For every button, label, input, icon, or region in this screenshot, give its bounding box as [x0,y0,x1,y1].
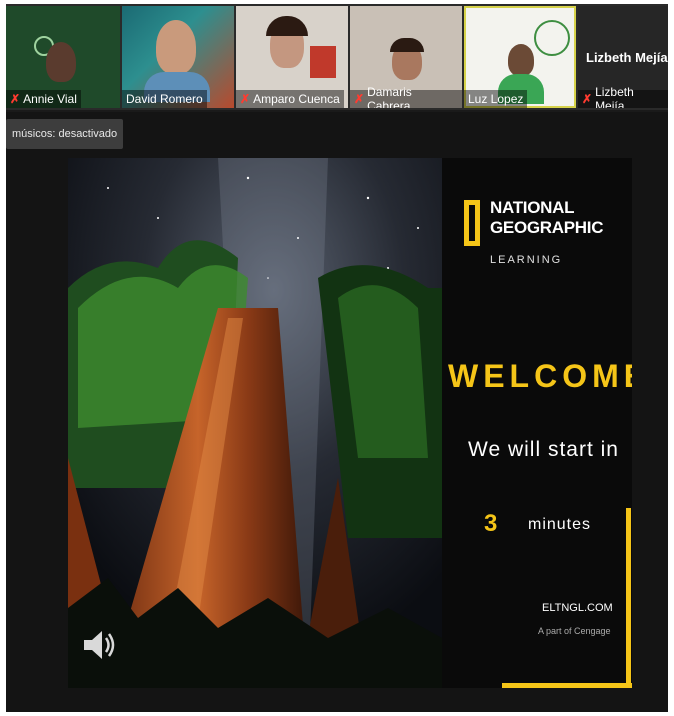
participant-avatar [156,20,196,74]
mic-off-icon: ✗ [10,92,21,106]
participant-tile-annie-vial[interactable]: ✗ Annie Vial [6,6,120,108]
participant-avatar [46,42,76,82]
mic-off-icon: ✗ [240,92,251,106]
yellow-accent-horizontal [502,683,632,688]
participant-tile-amparo-cuenca[interactable]: ✗ Amparo Cuenca [236,6,348,108]
cengage-tagline: A part of Cengage [538,626,611,636]
mic-off-icon: ✗ [354,92,365,106]
participant-name-bar: ✗ Amparo Cuenca [236,90,344,108]
participant-name-bar: ✗ Lizbeth Mejía [578,85,668,108]
logo-line-2: GEOGRAPHIC [490,218,604,237]
participant-name-bar: Luz Lopez [464,90,528,108]
participant-name-bar: David Romero [122,90,207,108]
participant-hair [266,16,308,36]
countdown-number: 3 [484,510,498,537]
participant-hair [390,38,424,52]
participant-avatar [508,44,534,76]
logo-subtitle: LEARNING [490,254,563,266]
speaker-icon[interactable] [80,626,118,664]
background-chair [310,46,336,78]
meeting-window: ✗ Annie Vial David Romero ✗ Amparo Cuenc… [6,4,668,712]
presentation-slide: NATIONAL GEOGRAPHIC LEARNING WELCOME! We… [68,158,632,688]
status-banner: músicos: desactivado [6,119,124,149]
participant-name: Damaris Cabrera [367,85,412,108]
mic-off-icon: ✗ [582,92,593,106]
participant-name: David Romero [126,92,203,106]
ng-yellow-frame-icon [464,200,480,246]
participant-name: Luz Lopez [468,92,524,106]
participant-video-strip: ✗ Annie Vial David Romero ✗ Amparo Cuenc… [6,4,668,110]
redwood-night-photo [68,158,442,688]
logo-title: NATIONAL GEOGRAPHIC [490,198,603,238]
start-message: We will start in [468,438,619,461]
participant-name: Lizbeth Mejía [595,85,634,108]
participant-tile-luz-lopez[interactable]: Luz Lopez [464,6,576,108]
emblem-icon [534,20,570,56]
countdown-unit: minutes [528,516,592,533]
yellow-accent-vertical [626,508,631,688]
welcome-heading: WELCOME! [448,358,632,394]
banner-text: músicos: desactivado [12,128,118,140]
participant-tile-lizbeth-mejia[interactable]: Lizbeth Mejía ✗ Lizbeth Mejía [578,6,668,108]
participant-name-bar: ✗ Damaris Cabrera [350,85,462,108]
participant-name: Amparo Cuenca [253,92,340,106]
participant-name-bar: ✗ Annie Vial [6,90,81,108]
participant-tile-damaris-cabrera[interactable]: ✗ Damaris Cabrera [350,6,462,108]
screen-share-area: NATIONAL GEOGRAPHIC LEARNING WELCOME! We… [6,112,668,712]
logo-line-1: NATIONAL [490,198,575,217]
participant-tile-david-romero[interactable]: David Romero [122,6,234,108]
slide-text-panel: NATIONAL GEOGRAPHIC LEARNING WELCOME! We… [442,158,632,688]
participant-display-name: Lizbeth Mejía [586,50,668,65]
participant-name: Annie Vial [23,92,77,106]
website-url: ELTNGL.COM [542,602,613,614]
